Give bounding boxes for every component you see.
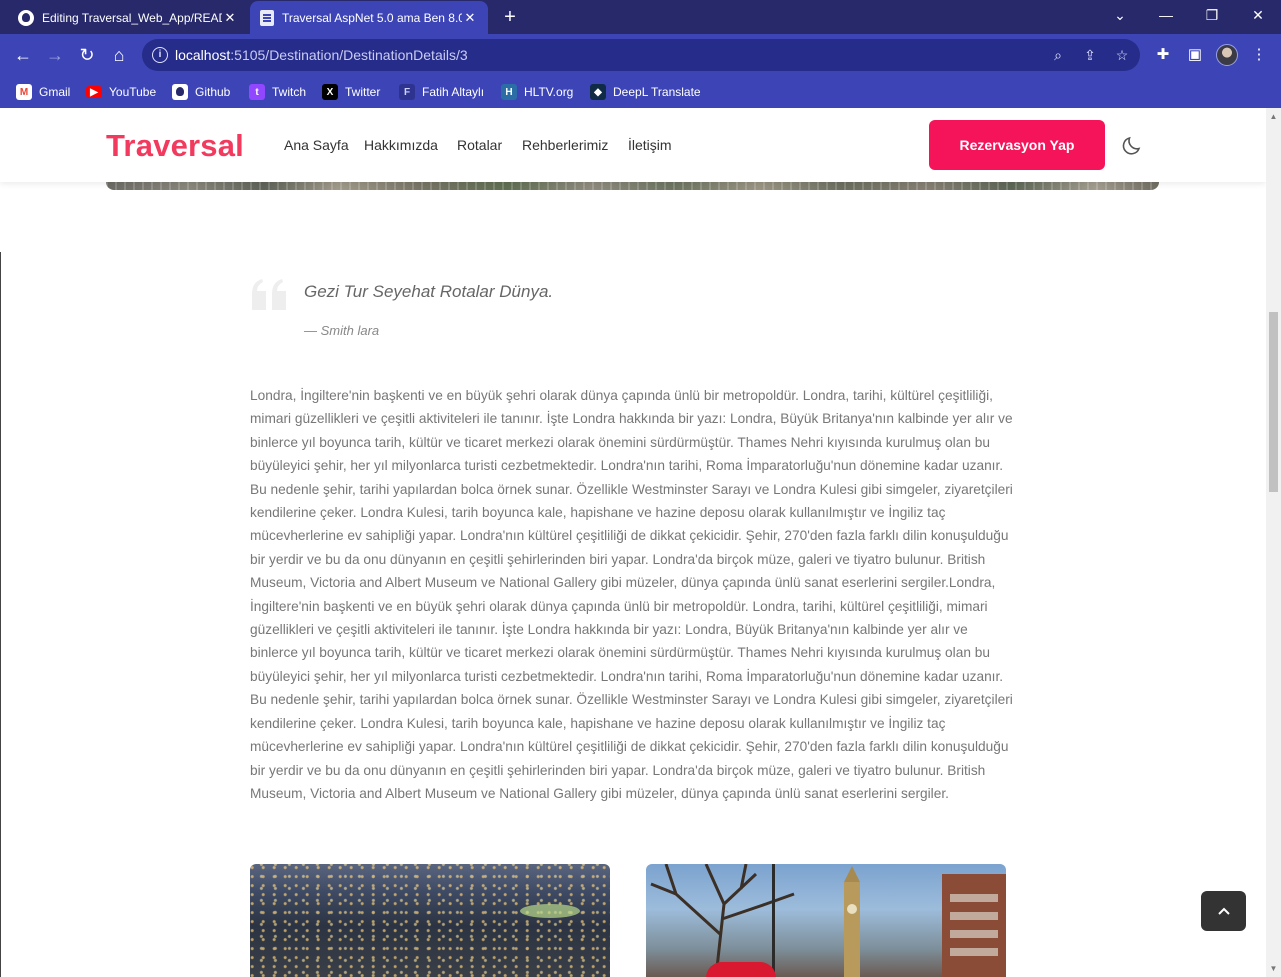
deepl-icon: ◆ xyxy=(590,84,606,100)
tab-search-icon[interactable]: ⌄ xyxy=(1097,0,1143,30)
chevron-up-icon xyxy=(1217,907,1230,915)
site-header: Traversal Ana Sayfa Hakkımızda Rotalar R… xyxy=(0,108,1266,182)
bookmark-star-icon[interactable]: ☆ xyxy=(1112,45,1132,65)
scrollbar-thumb[interactable] xyxy=(1269,312,1278,492)
forward-icon[interactable]: → xyxy=(41,41,69,69)
youtube-icon: ▶ xyxy=(86,86,102,98)
destination-description: Londra, İngiltere'nin başkenti ve en büy… xyxy=(250,388,1013,801)
zoom-icon[interactable]: ⌕ xyxy=(1048,45,1068,65)
reservation-button[interactable]: Rezervasyon Yap xyxy=(929,120,1105,170)
page-viewport: Traversal Ana Sayfa Hakkımızda Rotalar R… xyxy=(0,108,1266,977)
tab-title: Editing Traversal_Web_App/README xyxy=(42,10,222,25)
home-icon[interactable]: ⌂ xyxy=(105,41,133,69)
url-text[interactable]: localhost:5105/Destination/DestinationDe… xyxy=(175,47,468,63)
bookmark-gmail[interactable]: M Gmail xyxy=(16,82,70,102)
divider xyxy=(0,252,1,977)
bookmark-deepl[interactable]: ◆ DeepL Translate xyxy=(590,82,701,102)
scroll-down-arrow-icon[interactable]: ▼ xyxy=(1269,964,1278,973)
extensions-icon[interactable]: ✚ xyxy=(1152,44,1174,66)
profile-avatar[interactable] xyxy=(1216,44,1238,66)
scroll-up-arrow-icon[interactable]: ▲ xyxy=(1269,112,1278,121)
bookmark-twitch[interactable]: t Twitch xyxy=(249,82,306,102)
bookmark-fatih-altayli[interactable]: F Fatih Altaylı xyxy=(399,82,484,102)
nav-about[interactable]: Hakkımızda xyxy=(364,137,438,153)
tab-traversal[interactable]: Traversal AspNet 5.0 ama Ben 8.0 ✕ xyxy=(250,1,488,34)
tab-title: Traversal AspNet 5.0 ama Ben 8.0 xyxy=(282,10,462,25)
restore-icon[interactable]: ❐ xyxy=(1189,0,1235,30)
gallery-image-big-ben[interactable] xyxy=(646,864,1006,977)
side-panel-icon[interactable]: ▣ xyxy=(1184,44,1206,66)
gmail-icon: M xyxy=(16,84,32,100)
github-icon xyxy=(18,9,34,26)
address-bar[interactable]: i localhost:5105/Destination/Destination… xyxy=(142,39,1140,71)
quote-icon xyxy=(252,279,286,310)
nav-home[interactable]: Ana Sayfa xyxy=(284,137,349,153)
github-icon xyxy=(172,84,188,100)
nav-guides[interactable]: Rehberlerimiz xyxy=(522,137,608,153)
new-tab-button[interactable]: + xyxy=(498,5,522,29)
moon-icon[interactable] xyxy=(1120,133,1144,157)
nav-contact[interactable]: İletişim xyxy=(628,137,672,153)
reload-icon[interactable]: ↻ xyxy=(73,41,101,69)
site-logo[interactable]: Traversal xyxy=(106,128,244,164)
back-icon[interactable]: ← xyxy=(9,41,37,69)
share-icon[interactable]: ⇪ xyxy=(1080,45,1100,65)
fatih-altayli-icon: F xyxy=(399,84,415,100)
menu-kebab-icon[interactable]: ⋮ xyxy=(1248,44,1270,66)
minimize-icon[interactable]: — xyxy=(1143,0,1189,30)
building xyxy=(942,874,1006,977)
gallery-image-london-night[interactable] xyxy=(250,864,610,977)
clock-tower xyxy=(844,866,860,977)
site-info-icon[interactable]: i xyxy=(152,47,168,63)
quote-text: Gezi Tur Seyehat Rotalar Dünya. xyxy=(304,282,554,301)
close-window-icon[interactable]: ✕ xyxy=(1235,0,1281,30)
document-icon xyxy=(260,9,274,26)
bookmark-github[interactable]: Github xyxy=(172,82,230,102)
nav-routes[interactable]: Rotalar xyxy=(457,137,502,153)
hltv-icon: H xyxy=(501,84,517,100)
twitch-icon: t xyxy=(249,84,265,100)
quote-author: — Smith lara xyxy=(304,323,380,338)
tab-editing-readme[interactable]: Editing Traversal_Web_App/README ✕ xyxy=(8,1,248,34)
red-bus xyxy=(706,962,776,977)
tab-strip: Editing Traversal_Web_App/README ✕ Trave… xyxy=(0,0,1281,34)
twitter-x-icon: X xyxy=(322,84,338,100)
close-icon[interactable]: ✕ xyxy=(462,10,478,26)
browser-toolbar: ← → ↻ ⌂ i localhost:5105/Destination/Des… xyxy=(0,34,1281,76)
bookmark-youtube[interactable]: ▶ YouTube xyxy=(86,82,156,102)
bookmarks-bar: M Gmail ▶ YouTube Github t Twitch X Twit… xyxy=(0,76,1281,108)
scroll-to-top-button[interactable] xyxy=(1201,891,1246,931)
bookmark-twitter[interactable]: X Twitter xyxy=(322,82,380,102)
page-scrollbar[interactable]: ▲ ▼ xyxy=(1266,108,1281,977)
bookmark-hltv[interactable]: H HLTV.org xyxy=(501,82,573,102)
close-icon[interactable]: ✕ xyxy=(222,10,238,26)
street-lamp xyxy=(772,864,775,977)
